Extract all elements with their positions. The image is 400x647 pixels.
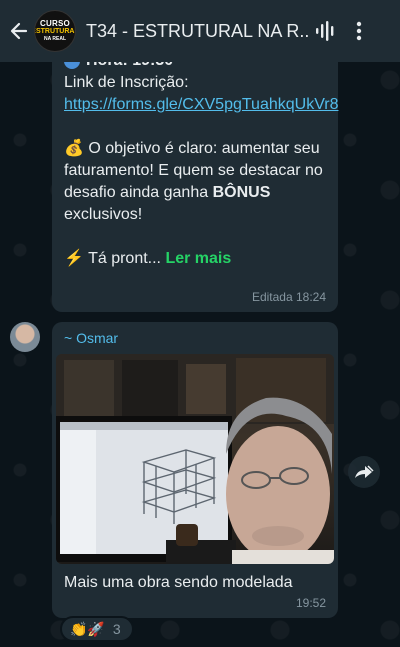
money-bag-icon: 💰 xyxy=(64,140,84,157)
chat-header: CURSO ESTRUTURAL NA REAL T34 - ESTRUTURA… xyxy=(0,0,400,62)
menu-button[interactable] xyxy=(342,0,376,62)
sender-name[interactable]: ~ Osmar xyxy=(64,330,334,354)
message-timestamp: 19:52 xyxy=(295,596,326,610)
reaction-count: 3 xyxy=(112,621,121,637)
forward-icon xyxy=(355,465,374,478)
forward-button[interactable] xyxy=(348,456,380,488)
lightning-icon: ⚡ xyxy=(64,250,84,267)
link-paragraph: Link de Inscrição: https://forms.gle/CXV… xyxy=(64,72,339,116)
bonus-text: BÔNUS xyxy=(212,184,271,201)
message-bubble[interactable]: Hora: 19:30 Link de Inscrição: https://f… xyxy=(52,44,339,312)
photo-illustration xyxy=(56,354,334,564)
sender-avatar[interactable] xyxy=(10,322,40,352)
voice-chat-button[interactable] xyxy=(308,0,342,62)
arrow-left-icon xyxy=(10,22,28,40)
chat-title[interactable]: T34 - ESTRUTURAL NA R... xyxy=(86,21,308,42)
audio-waveform-icon xyxy=(316,21,334,41)
link-label: Link de Inscrição: xyxy=(64,74,189,91)
message-timestamp: Editada 18:24 xyxy=(251,290,326,304)
photo-caption: Mais uma obra sendo modelada xyxy=(64,574,293,591)
goal-paragraph: 💰 O objetivo é claro: aumentar seu fatur… xyxy=(64,140,323,223)
message-photo[interactable] xyxy=(56,354,334,564)
form-link[interactable]: https://forms.gle/CXV5pgTuahkqUkVr8 xyxy=(64,96,339,113)
group-avatar-line: CURSO xyxy=(40,19,70,28)
group-avatar-line: ESTRUTURAL xyxy=(35,28,75,35)
more-vertical-icon xyxy=(356,21,362,41)
truncated-paragraph: ⚡ Tá pront... Ler mais xyxy=(64,250,232,267)
message-bubble[interactable]: ~ Osmar Mais uma obra sendo modelada 19:… xyxy=(52,322,338,618)
message-text: Link de Inscrição: https://forms.gle/CXV… xyxy=(64,72,339,270)
reaction-emojis: 👏🚀 xyxy=(70,620,105,637)
read-more-link[interactable]: Ler mais xyxy=(165,250,231,267)
reactions-pill[interactable]: 👏🚀 3 xyxy=(60,616,134,642)
group-avatar[interactable]: CURSO ESTRUTURAL NA REAL xyxy=(34,10,76,52)
back-button[interactable] xyxy=(4,0,34,62)
group-avatar-line: NA REAL xyxy=(43,36,67,42)
